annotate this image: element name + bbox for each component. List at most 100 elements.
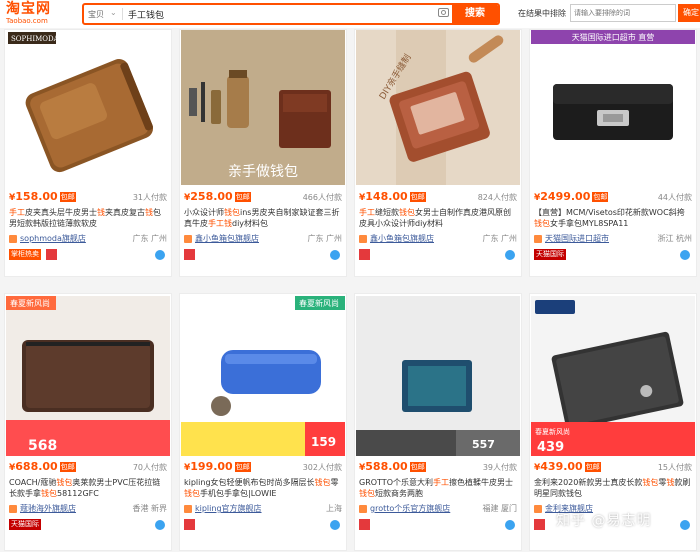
shop-row: kipling官方旗舰店 上海 [184,503,342,514]
product-info: ¥588.00 包邮 39人付款 GROTTO个乐意大利手工擦色植鞣牛皮男士钱包短… [359,460,517,531]
shop-location: 广东 广州 [132,234,167,243]
logo-subtext: Taobao.com [6,17,48,25]
product-card[interactable]: 春夏新风尚 568 ¥688.00 包邮 70人付款 COACH/蔻驰钱包奥莱款男… [4,293,172,551]
product-title[interactable]: GROTTO个乐意大利手工擦色植鞣牛皮男士钱包短款商务两胞 [359,477,517,499]
campaign-label: 春夏新风尚 [535,427,570,436]
camera-icon[interactable] [438,8,449,17]
chat-icon[interactable] [330,250,340,260]
search-input[interactable] [128,7,428,21]
chat-icon[interactable] [680,520,690,530]
product-title[interactable]: 金利来2020新款男士真皮长款钱包零钱款刷明星同款钱包 [534,477,692,499]
shop-link[interactable]: 鑫小鱼箱包旗舰店 [184,234,259,243]
shop-row: grotto个乐官方旗舰店 福建 厦门 [359,503,517,514]
tmall-icon [184,519,195,530]
shop-link[interactable]: sophmoda旗舰店 [9,234,86,243]
badge-row [184,519,342,531]
campaign-label: 春夏新风尚 [299,298,339,308]
product-card[interactable]: DIY亲手缝制 ¥148.00 包邮 824人付款 手工缝短款钱包女男士自制作真皮… [354,29,522,277]
product-price: ¥148.00 [359,190,408,203]
product-card[interactable]: 春夏新风尚 159 ¥199.00 包邮 302人付款 kipling女包轻便帆布… [179,293,347,551]
badge-row: 天猫国际 [534,249,692,261]
badge-row: 掌柜热卖 [9,249,167,261]
product-price: ¥688.00 [9,460,58,473]
product-info: ¥158.00 包邮 31人付款 手工皮夹真头层牛皮男士钱夹真皮复古钱包男短款韩版… [9,190,167,261]
exclude-filter: 在结果中排除 确定 [518,4,700,22]
product-title[interactable]: COACH/蔻驰钱包奥莱款男士PVC压花拉链长款手拿钱包58112GFC [9,477,167,499]
product-image[interactable]: 557 [356,296,520,456]
shop-link[interactable]: 天猫国际进口超市 [534,234,609,243]
promo-price: 439 [537,440,564,455]
product-image[interactable]: 春夏新风尚 159 [181,296,345,456]
shop-link[interactable]: kipling官方旗舰店 [184,504,262,513]
product-title[interactable]: 手工缝短款钱包女男士自制作真皮港风原创皮具小众设计师diy材料 [359,207,517,229]
shop-row: sophmoda旗舰店 广东 广州 [9,233,167,244]
product-info: ¥258.00 包邮 466人付款 小众设计师钱包ins男皮夹自制家缺证套三折真牛… [184,190,342,261]
image-caption: 天猫国际进口超市 直营 [572,32,655,42]
sales-count: 70人付款 [132,463,167,472]
product-image[interactable]: SOPHIMODA [6,30,170,185]
shop-location: 香港 新界 [132,504,167,513]
product-info: ¥148.00 包邮 824人付款 手工缝短款钱包女男士自制作真皮港风原创皮具小众… [359,190,517,261]
exclude-label: 在结果中排除 [518,9,566,18]
product-title[interactable]: 【直营】MCM/Visetos印花新款WOC斜挎钱包女手拿包MYL8SPA11 [534,207,692,229]
chat-icon[interactable] [505,250,515,260]
shop-link[interactable]: grotto个乐官方旗舰店 [359,504,450,513]
free-shipping-tag: 包邮 [409,462,426,472]
product-info: ¥688.00 包邮 70人付款 COACH/蔻驰钱包奥莱款男士PVC压花拉链长款… [9,460,167,531]
top-search-bar: 淘宝网 Taobao.com 宝贝 ⌄ 搜索 在结果中排除 确定 [0,0,700,28]
product-image[interactable]: DIY亲手缝制 [356,30,520,185]
free-shipping-tag: 包邮 [59,462,76,472]
brand-mark: SOPHIMODA [11,35,60,43]
search-scope-select[interactable]: 宝贝 [88,9,104,20]
shop-link[interactable]: 鑫小鱼箱包旗舰店 [359,234,434,243]
tmall-icon [359,249,370,260]
promo-price: 568 [28,438,57,454]
tmall-icon [359,519,370,530]
logo-text: 淘宝网 [6,1,51,17]
sales-count: 824人付款 [477,193,517,202]
product-title[interactable]: 手工皮夹真头层牛皮男士钱夹真皮复古钱包男短款韩版拉链薄款软皮 [9,207,167,229]
product-title[interactable]: 小众设计师钱包ins男皮夹自制家缺证套三折真牛皮手工钱diy材料包 [184,207,342,229]
taobao-logo[interactable]: 淘宝网 Taobao.com [6,2,64,26]
sales-count: 31人付款 [132,193,167,202]
sales-count: 44人付款 [657,193,692,202]
shop-row: 鑫小鱼箱包旗舰店 广东 广州 [184,233,342,244]
chevron-down-icon[interactable]: ⌄ [110,8,117,17]
tmall-icon [534,519,545,530]
product-price: ¥588.00 [359,460,408,473]
exclude-input[interactable] [570,4,676,22]
chat-icon[interactable] [155,250,165,260]
shop-link[interactable]: 蔻驰海外旗舰店 [9,504,76,513]
product-info: ¥199.00 包邮 302人付款 kipling女包轻便帆布包时尚多隔层长钱包零… [184,460,342,531]
badge-row [359,249,517,261]
chat-icon[interactable] [505,520,515,530]
product-card[interactable]: 557 ¥588.00 包邮 39人付款 GROTTO个乐意大利手工擦色植鞣牛皮男… [354,293,522,551]
chat-icon[interactable] [330,520,340,530]
chat-icon[interactable] [680,250,690,260]
shop-location: 上海 [326,504,342,513]
product-card[interactable]: 天猫国际进口超市 直营 ¥2499.00 包邮 44人付款 【直营】MCM/Vis… [529,29,697,277]
product-card[interactable]: 亲手做钱包 ¥258.00 包邮 466人付款 小众设计师钱包ins男皮夹自制家缺… [179,29,347,277]
product-image[interactable]: 天猫国际进口超市 直营 [531,30,695,185]
tmall-global-badge: 天猫国际 [9,519,41,530]
free-shipping-tag: 包邮 [234,192,251,202]
free-shipping-tag: 包邮 [584,462,601,472]
product-image[interactable]: 春夏新风尚 568 [6,296,170,456]
shop-row: 鑫小鱼箱包旗舰店 广东 广州 [359,233,517,244]
tmall-icon [184,249,195,260]
shop-location: 广东 广州 [482,234,517,243]
product-image[interactable]: 春夏新风尚 439 [531,296,695,456]
search-button[interactable]: 搜索 [452,5,498,23]
product-image[interactable]: 亲手做钱包 [181,30,345,185]
chat-icon[interactable] [155,520,165,530]
badge-row [184,249,342,261]
product-card[interactable]: SOPHIMODA ¥158.00 包邮 31人付款 手工皮夹真头层牛皮男士钱夹真… [4,29,172,277]
product-price: ¥258.00 [184,190,233,203]
shop-location: 广东 广州 [307,234,342,243]
exclude-confirm-button[interactable]: 确定 [678,4,700,22]
product-price: ¥199.00 [184,460,233,473]
free-shipping-tag: 包邮 [234,462,251,472]
shop-location: 福建 厦门 [482,504,517,513]
zhihu-watermark: 知乎 @易志明 [556,513,652,529]
product-title[interactable]: kipling女包轻便帆布包时尚多隔层长钱包零钱包手机包手拿包|LOWIE [184,477,342,499]
